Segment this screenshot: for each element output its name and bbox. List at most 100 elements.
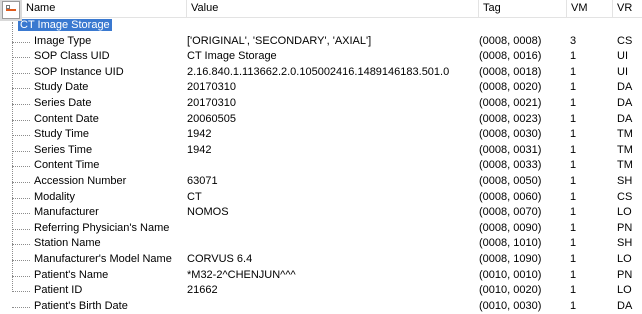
collapse-toggle-icon[interactable] (2, 1, 20, 19)
column-header-value[interactable]: Value (187, 0, 479, 17)
element-vm: 1 (570, 268, 577, 281)
element-tag: (0008, 1010) (479, 237, 542, 250)
element-value (187, 158, 477, 174)
element-vr: DA (617, 112, 633, 125)
element-vm: 1 (570, 65, 577, 78)
element-name: Series Date (34, 96, 92, 109)
tree-connector (12, 306, 30, 308)
element-vr: LO (617, 284, 632, 297)
element-name: SOP Instance UID (34, 65, 124, 78)
element-name: Referring Physician's Name (34, 221, 170, 234)
table-row[interactable]: Patient ID 21662 (0010, 0020) 1 LO (0, 283, 642, 299)
element-tag: (0008, 0008) (479, 34, 542, 47)
tree-root-label-cell: CT Image Storage (18, 18, 188, 34)
tree-connector (12, 275, 30, 277)
element-vm: 1 (570, 206, 577, 219)
element-tag: (0008, 0018) (479, 65, 542, 78)
column-header-vr[interactable]: VR (613, 0, 642, 17)
column-header: Name Value Tag VM VR (0, 0, 642, 18)
element-vm: 1 (570, 284, 577, 297)
element-vr: DA (617, 81, 633, 94)
element-tag: (0008, 0020) (479, 81, 542, 94)
element-vm: 1 (570, 112, 577, 125)
element-tag: (0008, 0050) (479, 174, 542, 187)
element-vr: LO (617, 206, 632, 219)
tree-connector (12, 291, 30, 293)
tree-root-label: CT Image Storage (18, 19, 112, 31)
element-tag: (0008, 1090) (479, 252, 542, 265)
tree-connector (12, 181, 30, 183)
element-vr: TM (617, 159, 633, 172)
element-vr: CS (617, 190, 633, 203)
element-name: Series Time (34, 143, 93, 156)
element-vm: 1 (570, 190, 577, 203)
element-vm: 1 (570, 81, 577, 94)
element-vr: UI (617, 50, 628, 63)
element-tag: (0010, 0010) (479, 268, 542, 281)
column-header-tag[interactable]: Tag (479, 0, 567, 17)
element-tag: (0008, 0030) (479, 128, 542, 141)
element-vr: SH (617, 174, 633, 187)
element-value: NOMOS (187, 206, 229, 219)
table-row[interactable]: Study Date 20170310 (0008, 0020) 1 DA (0, 80, 642, 96)
tree-connector (12, 213, 30, 215)
element-vm: 1 (570, 128, 577, 141)
tree-connector (12, 103, 30, 105)
table-row[interactable]: Study Time 1942 (0008, 0030) 1 TM (0, 127, 642, 143)
element-value: 20060505 (187, 112, 236, 125)
dataset-tree: CT Image Storage Image Type ['ORIGINAL', … (0, 18, 642, 314)
tree-connector (12, 259, 30, 261)
element-name: Content Time (34, 159, 100, 172)
element-vr: PN (617, 221, 633, 234)
element-vm: 3 (570, 34, 577, 47)
table-row[interactable]: Patient's Name *M32-2^CHENJUN^^^ (0010, 00… (0, 268, 642, 284)
table-row[interactable]: SOP Instance UID 2.16.840.1.113662.2.0.10… (0, 65, 642, 81)
table-row[interactable]: Referring Physician's Name (0008, 0090) 1 P… (0, 221, 642, 237)
element-vr: CS (617, 34, 633, 47)
element-vr: UI (617, 65, 628, 78)
element-vr: TM (617, 128, 633, 141)
table-row[interactable]: Content Date 20060505 (0008, 0023) 1 DA (0, 112, 642, 128)
table-row[interactable]: Patient's Birth Date (0010, 0030) 1 DA (0, 299, 642, 314)
element-vm: 1 (570, 237, 577, 250)
column-header-vm[interactable]: VM (567, 0, 613, 17)
table-row[interactable]: Manufacturer NOMOS (0008, 0070) 1 LO (0, 205, 642, 221)
element-tag: (0008, 0016) (479, 50, 542, 63)
table-row[interactable]: Image Type ['ORIGINAL', 'SECONDARY', 'AXI… (0, 34, 642, 50)
tree-connector (12, 228, 30, 230)
element-value: CT (187, 190, 202, 203)
element-vm: 1 (570, 159, 577, 172)
element-value: 63071 (187, 174, 218, 187)
element-value: 20170310 (187, 96, 236, 109)
tree-connector (12, 119, 30, 121)
table-row[interactable]: Accession Number 63071 (0008, 0050) 1 SH (0, 174, 642, 190)
element-vr: SH (617, 237, 633, 250)
element-name: Content Date (34, 112, 99, 125)
element-value: 20170310 (187, 81, 236, 94)
tree-root-row[interactable]: CT Image Storage (0, 18, 642, 34)
element-name: Accession Number (34, 174, 127, 187)
element-tag: (0008, 0033) (479, 159, 542, 172)
element-tag: (0008, 0023) (479, 112, 542, 125)
element-vm: 1 (570, 50, 577, 63)
tree-connector (12, 197, 30, 199)
table-row[interactable]: Station Name (0008, 1010) 1 SH (0, 236, 642, 252)
table-row[interactable]: Series Time 1942 (0008, 0031) 1 TM (0, 143, 642, 159)
element-name: Study Date (34, 81, 89, 94)
table-row[interactable]: SOP Class UID CT Image Storage (0008, 0016… (0, 49, 642, 65)
element-vr: TM (617, 143, 633, 156)
element-name: Modality (34, 190, 75, 203)
element-name: Image Type (34, 34, 92, 47)
element-name: Study Time (34, 128, 90, 141)
element-vm: 1 (570, 221, 577, 234)
table-row[interactable]: Series Date 20170310 (0008, 0021) 1 DA (0, 96, 642, 112)
element-vm: 1 (570, 174, 577, 187)
element-tag: (0008, 0031) (479, 143, 542, 156)
table-row[interactable]: Manufacturer's Model Name CORVUS 6.4 (0008… (0, 252, 642, 268)
table-row[interactable]: Modality CT (0008, 0060) 1 CS (0, 190, 642, 206)
tree-connector (12, 150, 30, 152)
element-value (187, 221, 477, 237)
table-row[interactable]: Content Time (0008, 0033) 1 TM (0, 158, 642, 174)
element-vr: LO (617, 252, 632, 265)
column-header-name[interactable]: Name (0, 0, 187, 17)
